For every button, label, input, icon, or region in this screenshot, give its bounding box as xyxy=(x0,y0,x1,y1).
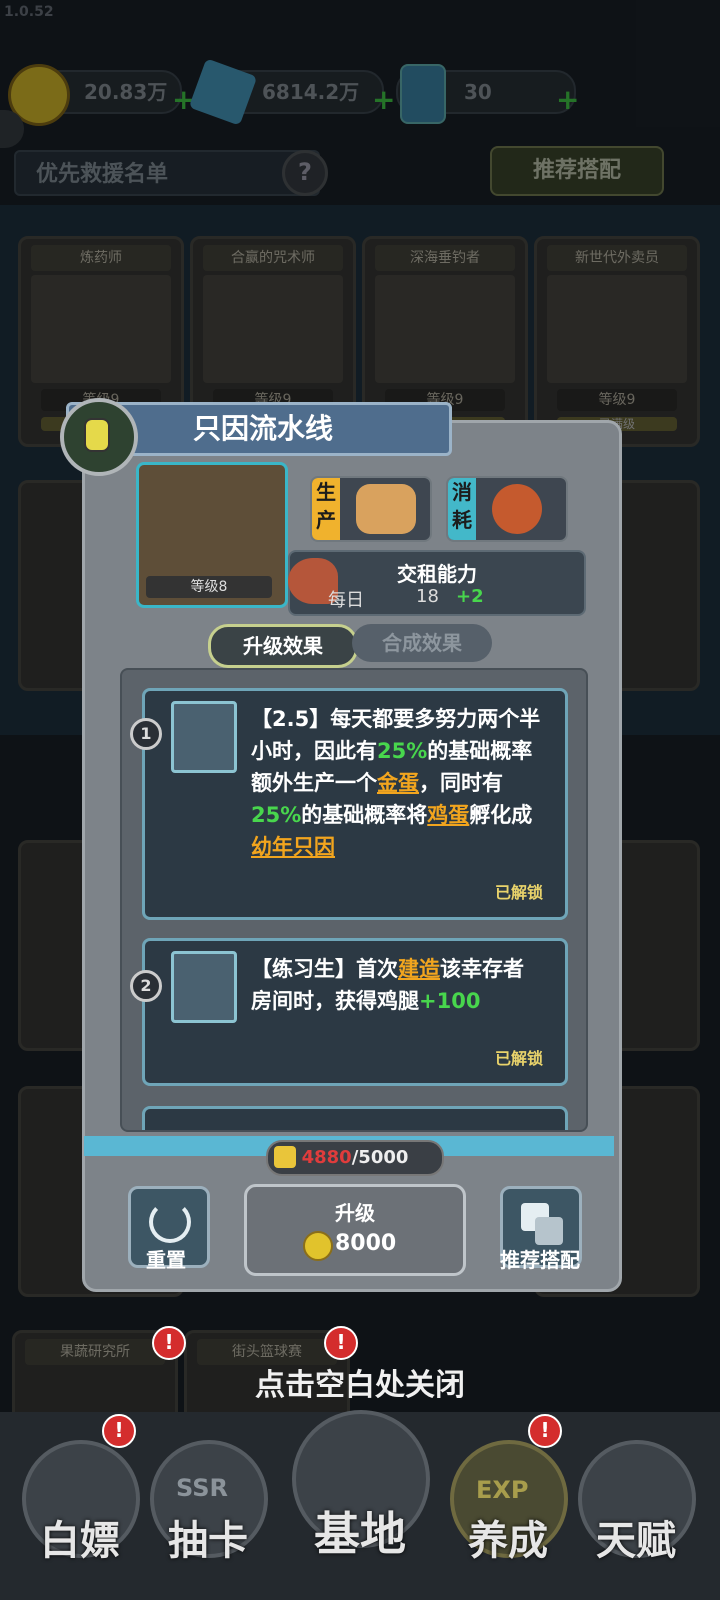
effect-status: 已解锁 xyxy=(494,1049,543,1068)
effect-description: 【练习生】首次建造该幸存者房间时，获得鸡腿+100 xyxy=(251,957,524,1013)
nav-label: 白嫖 xyxy=(40,1518,120,1564)
upgrade-button[interactable]: 升级 8000 xyxy=(244,1184,466,1276)
alert-icon: ! xyxy=(152,1326,186,1360)
standing-figure-icon xyxy=(171,951,237,1023)
upgrade-label: 升级 xyxy=(335,1201,375,1225)
effects-list[interactable]: 【2.5】每天都要多努力两个半小时，因此有25%的基础概率额外生产一个金蛋，同时… xyxy=(120,668,588,1132)
tab-upgrade-effect[interactable]: 升级效果 xyxy=(208,624,358,668)
reset-label: 重置 xyxy=(146,1248,186,1272)
nav-label: 基地 xyxy=(314,1507,406,1561)
recommend-label: 推荐搭配 xyxy=(500,1248,580,1272)
basketball-icon xyxy=(492,484,542,534)
nav-label: 抽卡 xyxy=(168,1518,248,1564)
fragment-total: /5000 xyxy=(351,1147,409,1168)
coin-icon xyxy=(303,1231,333,1261)
alert-icon: ! xyxy=(324,1326,358,1360)
produce-tag: 生产 xyxy=(312,478,340,540)
upgrade-cost: 8000 xyxy=(335,1231,397,1256)
effect-number: 1 xyxy=(130,718,162,750)
nav-item-base[interactable]: 基地 xyxy=(288,1410,432,1561)
nav-item-gacha[interactable]: SSR 抽卡 xyxy=(146,1440,270,1590)
cards-icon-back xyxy=(535,1217,563,1245)
portrait-level: 等级8 xyxy=(146,576,272,598)
bread-icon xyxy=(356,484,416,534)
produce-box[interactable]: 生产 xyxy=(310,476,432,542)
fragment-current: 4880 xyxy=(301,1147,352,1168)
fragment-counter: 4880/5000 xyxy=(266,1140,444,1176)
exp-icon-text: EXP xyxy=(476,1476,529,1504)
badge-icon xyxy=(84,418,110,452)
refresh-icon xyxy=(149,1201,191,1243)
effect-number: 2 xyxy=(130,970,162,1002)
nav-label: 养成 xyxy=(468,1518,548,1564)
dribbling-figure-icon xyxy=(171,701,237,773)
effect-status: 已解锁 xyxy=(494,883,543,902)
consume-box[interactable]: 消耗 xyxy=(446,476,568,542)
rarity-badge xyxy=(60,398,138,476)
rent-title: 交租能力 xyxy=(397,562,477,586)
alert-icon: ! xyxy=(102,1414,136,1448)
tab-merge-effect[interactable]: 合成效果 xyxy=(352,624,492,662)
effect-description: 【2.5】每天都要多努力两个半小时，因此有25%的基础概率额外生产一个金蛋，同时… xyxy=(251,707,541,859)
rent-period: 每日 xyxy=(328,590,364,611)
puzzle-piece-icon xyxy=(274,1146,296,1168)
close-hint[interactable]: 点击空白处关闭 xyxy=(0,1360,720,1404)
effect-item: 【2.5】每天都要多努力两个半小时，因此有25%的基础概率额外生产一个金蛋，同时… xyxy=(142,688,568,920)
rent-value: 18 xyxy=(416,586,439,607)
nav-item-freebies[interactable]: 白嫖 xyxy=(18,1440,142,1590)
effect-item xyxy=(142,1106,568,1130)
effect-item: 【练习生】首次建造该幸存者房间时，获得鸡腿+100 已解锁 xyxy=(142,938,568,1086)
nav-item-talent[interactable]: 天赋 xyxy=(574,1440,698,1590)
nav-item-develop[interactable]: EXP 养成 xyxy=(446,1440,570,1590)
nav-label: 天赋 xyxy=(596,1518,676,1564)
rent-ability-box: 交租能力 每日 18 +2 xyxy=(288,550,586,616)
alert-icon: ! xyxy=(528,1414,562,1448)
consume-tag: 消耗 xyxy=(448,478,476,540)
ssr-icon-text: SSR xyxy=(176,1474,228,1502)
rent-bonus: +2 xyxy=(456,586,484,607)
